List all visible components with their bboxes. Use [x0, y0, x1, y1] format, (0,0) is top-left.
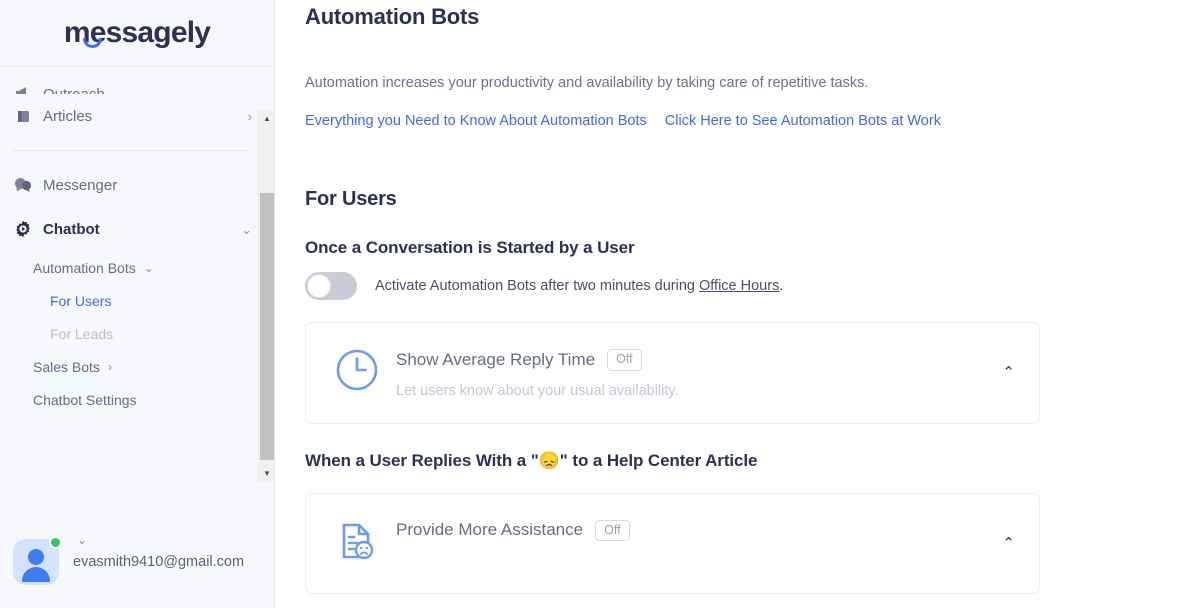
sidebar-item-messenger[interactable]: Messenger — [0, 163, 274, 207]
sidebar-subitem-label: For Leads — [50, 325, 114, 342]
sidebar-nav-scroll-region: Outreach › Articles › — [0, 68, 274, 516]
scroll-up-arrow-icon[interactable]: ▲ — [259, 110, 275, 127]
help-links-row: Everything you Need to Know About Automa… — [305, 113, 1187, 129]
chevron-down-icon[interactable]: ⌄ — [77, 534, 87, 546]
toggle-label: Activate Automation Bots after two minut… — [375, 278, 783, 294]
gear-icon — [12, 219, 34, 239]
subsection-title-user-replies-emoji: When a User Replies With a "😞" to a Help… — [305, 451, 1187, 471]
page-title: Automation Bots — [305, 4, 480, 29]
chevron-right-icon: › — [107, 359, 112, 374]
sidebar-divider — [12, 150, 250, 151]
clock-icon — [334, 347, 380, 398]
user-info: ⌄ evasmith9410@gmail.com — [73, 534, 245, 571]
user-account-area[interactable]: ⌄ evasmith9410@gmail.com — [0, 516, 275, 608]
megaphone-icon — [12, 83, 34, 94]
card-show-average-reply-time[interactable]: Show Average Reply Time Off Let users kn… — [305, 322, 1040, 424]
sidebar-item-chatbot[interactable]: Chatbot ⌄ — [0, 207, 274, 251]
sidebar-item-articles[interactable]: Articles › — [0, 94, 274, 138]
status-badge: Off — [595, 519, 630, 541]
sidebar-scrollbar[interactable]: ▲ ▼ — [258, 110, 274, 482]
sidebar: messagely Outreach › Articles › — [0, 0, 275, 608]
card-title: Show Average Reply Time — [396, 349, 596, 369]
chevron-right-icon: › — [248, 90, 252, 94]
sidebar-item-chatbot-settings[interactable]: Chatbot Settings — [0, 383, 274, 416]
toggle-label-text-before: Activate Automation Bots after two minut… — [375, 278, 699, 294]
card-title-row: Provide More Assistance Off — [396, 519, 630, 541]
status-badge: Off — [607, 349, 642, 371]
sidebar-item-sales-bots[interactable]: Sales Bots › — [0, 350, 274, 383]
activate-bots-toggle-row: Activate Automation Bots after two minut… — [305, 272, 1187, 300]
chevron-right-icon: › — [247, 108, 252, 124]
heading-text-after: " to a Help Center Article — [559, 450, 758, 470]
sidebar-item-for-users[interactable]: For Users — [0, 284, 274, 317]
person-icon-body — [22, 567, 50, 582]
app-root: messagely Outreach › Articles › — [0, 0, 1187, 608]
scroll-down-arrow-icon[interactable]: ▼ — [259, 465, 275, 482]
section-title-for-users: For Users — [305, 188, 397, 210]
main-content: Automation Bots Automation increases you… — [275, 0, 1187, 608]
link-see-automation-bots-at-work[interactable]: Click Here to See Automation Bots at Wor… — [665, 113, 941, 129]
sidebar-subitem-label: Automation Bots — [33, 259, 136, 276]
chevron-up-icon[interactable]: ⌃ — [1002, 536, 1015, 551]
card-subtitle: Let users know about your usual availabi… — [396, 382, 679, 399]
sidebar-item-label: Messenger — [43, 176, 118, 194]
sidebar-item-label: Chatbot — [43, 220, 100, 238]
sidebar-subitem-label: Sales Bots — [33, 358, 100, 375]
chevron-down-icon: ⌄ — [241, 221, 252, 237]
link-everything-you-need-to-know[interactable]: Everything you Need to Know About Automa… — [305, 113, 647, 129]
chevron-up-icon[interactable]: ⌃ — [1002, 365, 1015, 380]
toggle-label-text-after: . — [779, 278, 784, 294]
subsection-title-conversation-started: Once a Conversation is Started by a User — [305, 238, 635, 257]
disappointed-face-emoji: 😞 — [538, 450, 560, 470]
card-body: Show Average Reply Time Off Let users kn… — [396, 345, 679, 399]
card-title: Provide More Assistance — [396, 520, 584, 540]
card-body: Provide More Assistance Off — [396, 516, 630, 541]
book-icon — [12, 106, 34, 126]
document-sad-face-icon — [334, 518, 380, 569]
toggle-knob — [307, 274, 331, 298]
user-email-label: evasmith9410@gmail.com — [73, 554, 245, 570]
sidebar-subitem-label: Chatbot Settings — [33, 391, 137, 408]
sidebar-item-automation-bots[interactable]: Automation Bots ⌄ — [0, 251, 274, 284]
scrollbar-thumb[interactable] — [260, 193, 274, 460]
card-provide-more-assistance[interactable]: Provide More Assistance Off ⌃ — [305, 492, 1040, 594]
intro-text: Automation increases your productivity a… — [305, 75, 869, 91]
person-icon-head — [28, 549, 44, 565]
status-badge-online — [49, 536, 62, 549]
activate-automation-bots-toggle[interactable] — [305, 272, 357, 300]
sidebar-item-outreach[interactable]: Outreach › — [0, 68, 274, 94]
sidebar-item-for-leads[interactable]: For Leads — [0, 317, 274, 350]
heading-text-before: When a User Replies With a " — [305, 450, 539, 470]
chevron-down-icon: ⌄ — [143, 260, 154, 275]
chat-bubbles-icon — [12, 175, 34, 195]
office-hours-link[interactable]: Office Hours — [699, 278, 779, 294]
avatar[interactable] — [13, 536, 62, 585]
card-title-row: Show Average Reply Time Off — [396, 349, 679, 371]
brand-logo[interactable]: messagely — [0, 0, 274, 67]
sidebar-item-label: Articles — [43, 107, 93, 125]
sidebar-subitem-label: For Users — [50, 292, 112, 309]
sidebar-item-label: Outreach — [43, 86, 105, 94]
